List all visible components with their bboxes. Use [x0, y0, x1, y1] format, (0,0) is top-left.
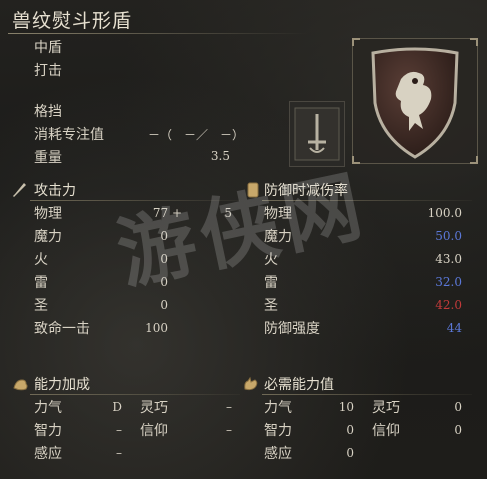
- defense-physical-value: 100.0: [427, 206, 462, 220]
- scaling-arc-value: –: [116, 446, 122, 460]
- req-fai-value: 0: [454, 423, 462, 437]
- hand-icon: [244, 376, 258, 391]
- attack-physical-label: 物理: [34, 206, 62, 222]
- skill-name: 格挡: [34, 104, 62, 120]
- defense-holy-label: 圣: [264, 298, 278, 314]
- scaling-fai-value: –: [226, 423, 232, 437]
- item-type: 中盾: [34, 40, 62, 56]
- defense-lightning-value: 32.0: [435, 275, 462, 289]
- scaling-fai-label: 信仰: [140, 423, 168, 439]
- defense-fire-value: 43.0: [435, 252, 462, 266]
- scaling-dex-value: –: [226, 400, 232, 414]
- guard-boost-label: 防御强度: [264, 321, 320, 337]
- req-dex-label: 灵巧: [372, 400, 400, 416]
- req-int-label: 智力: [264, 423, 292, 439]
- requirements-header: 必需能力值: [264, 377, 334, 393]
- attack-type: 打击: [34, 63, 62, 79]
- item-image-frame: [352, 38, 478, 164]
- attack-critical-value: 100: [145, 321, 168, 335]
- weight-label: 重量: [34, 150, 62, 166]
- attack-holy-label: 圣: [34, 298, 48, 314]
- arm-icon: [13, 379, 28, 391]
- scaling-divider: [30, 394, 240, 395]
- req-arc-label: 感应: [264, 446, 292, 462]
- scaling-dex-label: 灵巧: [140, 400, 168, 416]
- defense-magic-value: 50.0: [435, 229, 462, 243]
- attack-fire-label: 火: [34, 252, 48, 268]
- req-dex-value: 0: [454, 400, 462, 414]
- weight-value: 3.5: [210, 149, 230, 163]
- requirements-divider: [262, 394, 472, 395]
- req-str-label: 力气: [264, 400, 292, 416]
- defense-holy-value: 42.0: [435, 298, 462, 312]
- attack-magic-label: 魔力: [34, 229, 62, 245]
- fp-cost-value: －（ －／ －）: [148, 128, 245, 142]
- guard-boost-value: 44: [446, 321, 462, 335]
- attack-lightning-label: 雷: [34, 275, 48, 291]
- req-str-value: 10: [338, 400, 354, 414]
- scaling-arc-label: 感应: [34, 446, 62, 462]
- req-int-value: 0: [346, 423, 354, 437]
- scaling-int-label: 智力: [34, 423, 62, 439]
- fp-cost-label: 消耗专注值: [34, 127, 104, 143]
- scaling-str-label: 力气: [34, 400, 62, 416]
- attack-header: 攻击力: [34, 183, 76, 199]
- sword-icon: [13, 183, 26, 197]
- lion-shield-icon: [371, 47, 459, 159]
- title-divider: [8, 33, 308, 34]
- req-arc-value: 0: [346, 446, 354, 460]
- scaling-header: 能力加成: [34, 377, 90, 393]
- scaling-int-value: –: [116, 423, 122, 437]
- attack-critical-label: 致命一击: [34, 321, 90, 337]
- item-title: 兽纹熨斗形盾: [12, 10, 133, 32]
- scaling-str-value: D: [112, 400, 122, 414]
- req-fai-label: 信仰: [372, 423, 400, 439]
